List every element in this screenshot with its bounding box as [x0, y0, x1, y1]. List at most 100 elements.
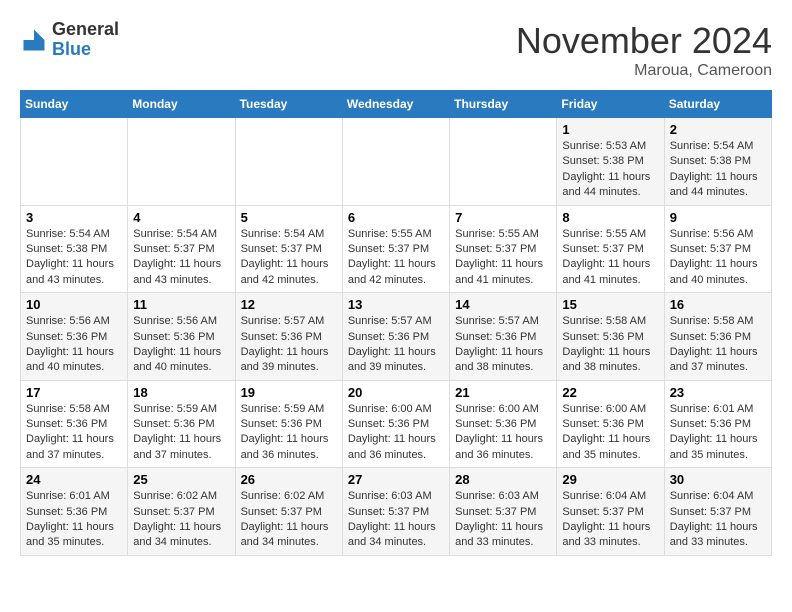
calendar-day-cell: 29 Sunrise: 6:04 AM Sunset: 5:37 PM Dayli…: [557, 468, 664, 556]
calendar-day-cell: 19 Sunrise: 5:59 AM Sunset: 5:36 PM Dayli…: [235, 380, 342, 468]
calendar-day-cell: 1Sunrise: 5:53 AM Sunset: 5:38 PM Daylig…: [557, 118, 664, 206]
calendar-day-cell: 12Sunrise: 5:57 AM Sunset: 5:36 PM Dayli…: [235, 293, 342, 381]
day-info: Sunrise: 6:01 AM Sunset: 5:36 PM Dayligh…: [26, 489, 122, 551]
day-info: Sunrise: 6:03 AM Sunset: 5:37 PM Dayligh…: [455, 489, 551, 551]
logo-text: General Blue: [52, 20, 119, 60]
day-info: Sunrise: 6:04 AM Sunset: 5:37 PM Dayligh…: [670, 489, 766, 551]
logo-blue-text: Blue: [52, 40, 119, 60]
day-number: 1: [562, 122, 658, 137]
calendar-day-cell: 18 Sunrise: 5:59 AM Sunset: 5:36 PM Dayli…: [128, 380, 235, 468]
calendar-day-cell: 9 Sunrise: 5:56 AM Sunset: 5:37 PM Daylig…: [664, 205, 771, 293]
calendar-day-cell: 11 Sunrise: 5:56 AM Sunset: 5:36 PM Dayli…: [128, 293, 235, 381]
calendar-day-cell: 5Sunrise: 5:54 AM Sunset: 5:37 PM Daylig…: [235, 205, 342, 293]
day-info: Sunrise: 5:54 AM Sunset: 5:38 PM Dayligh…: [26, 227, 122, 289]
calendar-week-row: 10 Sunrise: 5:56 AM Sunset: 5:36 PM Dayli…: [21, 293, 772, 381]
day-number: 29: [562, 472, 658, 487]
calendar-day-cell: 14Sunrise: 5:57 AM Sunset: 5:36 PM Dayli…: [450, 293, 557, 381]
day-number: 26: [241, 472, 337, 487]
day-info: Sunrise: 5:59 AM Sunset: 5:36 PM Dayligh…: [241, 402, 337, 464]
day-number: 9: [670, 210, 766, 225]
calendar-day-cell: 16 Sunrise: 5:58 AM Sunset: 5:36 PM Dayli…: [664, 293, 771, 381]
day-number: 13: [348, 297, 444, 312]
day-info: Sunrise: 5:57 AM Sunset: 5:36 PM Dayligh…: [241, 314, 337, 376]
day-info: Sunrise: 5:57 AM Sunset: 5:36 PM Dayligh…: [348, 314, 444, 376]
day-info: Sunrise: 5:56 AM Sunset: 5:37 PM Dayligh…: [670, 227, 766, 289]
day-number: 23: [670, 385, 766, 400]
page-header: General Blue November 2024 Maroua, Camer…: [20, 20, 772, 80]
calendar-day-cell: 21Sunrise: 6:00 AM Sunset: 5:36 PM Dayli…: [450, 380, 557, 468]
day-number: 11: [133, 297, 229, 312]
calendar-day-cell: 10 Sunrise: 5:56 AM Sunset: 5:36 PM Dayli…: [21, 293, 128, 381]
day-info: Sunrise: 6:04 AM Sunset: 5:37 PM Dayligh…: [562, 489, 658, 551]
day-info: Sunrise: 5:56 AM Sunset: 5:36 PM Dayligh…: [133, 314, 229, 376]
calendar-week-row: 3 Sunrise: 5:54 AM Sunset: 5:38 PM Daylig…: [21, 205, 772, 293]
day-info: Sunrise: 6:00 AM Sunset: 5:36 PM Dayligh…: [348, 402, 444, 464]
day-number: 28: [455, 472, 551, 487]
calendar-day-cell: [128, 118, 235, 206]
day-number: 16: [670, 297, 766, 312]
day-number: 2: [670, 122, 766, 137]
month-title: November 2024: [516, 20, 772, 62]
day-number: 17: [26, 385, 122, 400]
day-number: 6: [348, 210, 444, 225]
day-number: 22: [562, 385, 658, 400]
day-number: 4: [133, 210, 229, 225]
day-number: 20: [348, 385, 444, 400]
calendar-day-cell: 2 Sunrise: 5:54 AM Sunset: 5:38 PM Daylig…: [664, 118, 771, 206]
calendar-day-cell: 30Sunrise: 6:04 AM Sunset: 5:37 PM Dayli…: [664, 468, 771, 556]
calendar-week-row: 24 Sunrise: 6:01 AM Sunset: 5:36 PM Dayli…: [21, 468, 772, 556]
calendar-day-cell: 17 Sunrise: 5:58 AM Sunset: 5:36 PM Dayli…: [21, 380, 128, 468]
day-info: Sunrise: 5:58 AM Sunset: 5:36 PM Dayligh…: [26, 402, 122, 464]
calendar-day-cell: 4Sunrise: 5:54 AM Sunset: 5:37 PM Daylig…: [128, 205, 235, 293]
day-info: Sunrise: 5:54 AM Sunset: 5:37 PM Dayligh…: [241, 227, 337, 289]
day-info: Sunrise: 5:59 AM Sunset: 5:36 PM Dayligh…: [133, 402, 229, 464]
calendar-day-cell: 13 Sunrise: 5:57 AM Sunset: 5:36 PM Dayli…: [342, 293, 449, 381]
calendar-day-cell: 23 Sunrise: 6:01 AM Sunset: 5:36 PM Dayli…: [664, 380, 771, 468]
col-header-monday: Monday: [128, 91, 235, 118]
calendar-day-cell: 3 Sunrise: 5:54 AM Sunset: 5:38 PM Daylig…: [21, 205, 128, 293]
calendar-day-cell: 8 Sunrise: 5:55 AM Sunset: 5:37 PM Daylig…: [557, 205, 664, 293]
logo-general-text: General: [52, 20, 119, 40]
col-header-saturday: Saturday: [664, 91, 771, 118]
day-number: 19: [241, 385, 337, 400]
calendar-day-cell: 25 Sunrise: 6:02 AM Sunset: 5:37 PM Dayli…: [128, 468, 235, 556]
day-info: Sunrise: 5:54 AM Sunset: 5:38 PM Dayligh…: [670, 139, 766, 201]
calendar-day-cell: 27Sunrise: 6:03 AM Sunset: 5:37 PM Dayli…: [342, 468, 449, 556]
day-number: 25: [133, 472, 229, 487]
calendar-day-cell: [235, 118, 342, 206]
day-number: 3: [26, 210, 122, 225]
day-number: 24: [26, 472, 122, 487]
calendar-day-cell: 20 Sunrise: 6:00 AM Sunset: 5:36 PM Dayli…: [342, 380, 449, 468]
day-info: Sunrise: 6:00 AM Sunset: 5:36 PM Dayligh…: [562, 402, 658, 464]
title-area: November 2024 Maroua, Cameroon: [516, 20, 772, 80]
day-info: Sunrise: 5:56 AM Sunset: 5:36 PM Dayligh…: [26, 314, 122, 376]
day-info: Sunrise: 5:58 AM Sunset: 5:36 PM Dayligh…: [562, 314, 658, 376]
day-number: 18: [133, 385, 229, 400]
day-number: 8: [562, 210, 658, 225]
calendar-table: SundayMondayTuesdayWednesdayThursdayFrid…: [20, 90, 772, 556]
day-number: 21: [455, 385, 551, 400]
day-info: Sunrise: 6:02 AM Sunset: 5:37 PM Dayligh…: [133, 489, 229, 551]
day-info: Sunrise: 5:55 AM Sunset: 5:37 PM Dayligh…: [348, 227, 444, 289]
logo: General Blue: [20, 20, 119, 60]
day-info: Sunrise: 6:02 AM Sunset: 5:37 PM Dayligh…: [241, 489, 337, 551]
calendar-day-cell: [342, 118, 449, 206]
calendar-day-cell: 24 Sunrise: 6:01 AM Sunset: 5:36 PM Dayli…: [21, 468, 128, 556]
col-header-friday: Friday: [557, 91, 664, 118]
day-info: Sunrise: 5:55 AM Sunset: 5:37 PM Dayligh…: [562, 227, 658, 289]
calendar-day-cell: 15Sunrise: 5:58 AM Sunset: 5:36 PM Dayli…: [557, 293, 664, 381]
location-subtitle: Maroua, Cameroon: [516, 62, 772, 80]
col-header-tuesday: Tuesday: [235, 91, 342, 118]
day-number: 10: [26, 297, 122, 312]
day-info: Sunrise: 6:01 AM Sunset: 5:36 PM Dayligh…: [670, 402, 766, 464]
col-header-thursday: Thursday: [450, 91, 557, 118]
calendar-day-cell: [21, 118, 128, 206]
calendar-day-cell: [450, 118, 557, 206]
logo-icon: [20, 26, 48, 54]
calendar-week-row: 1Sunrise: 5:53 AM Sunset: 5:38 PM Daylig…: [21, 118, 772, 206]
calendar-day-cell: 22 Sunrise: 6:00 AM Sunset: 5:36 PM Dayli…: [557, 380, 664, 468]
calendar-week-row: 17 Sunrise: 5:58 AM Sunset: 5:36 PM Dayli…: [21, 380, 772, 468]
day-number: 27: [348, 472, 444, 487]
calendar-header-row: SundayMondayTuesdayWednesdayThursdayFrid…: [21, 91, 772, 118]
day-info: Sunrise: 5:58 AM Sunset: 5:36 PM Dayligh…: [670, 314, 766, 376]
